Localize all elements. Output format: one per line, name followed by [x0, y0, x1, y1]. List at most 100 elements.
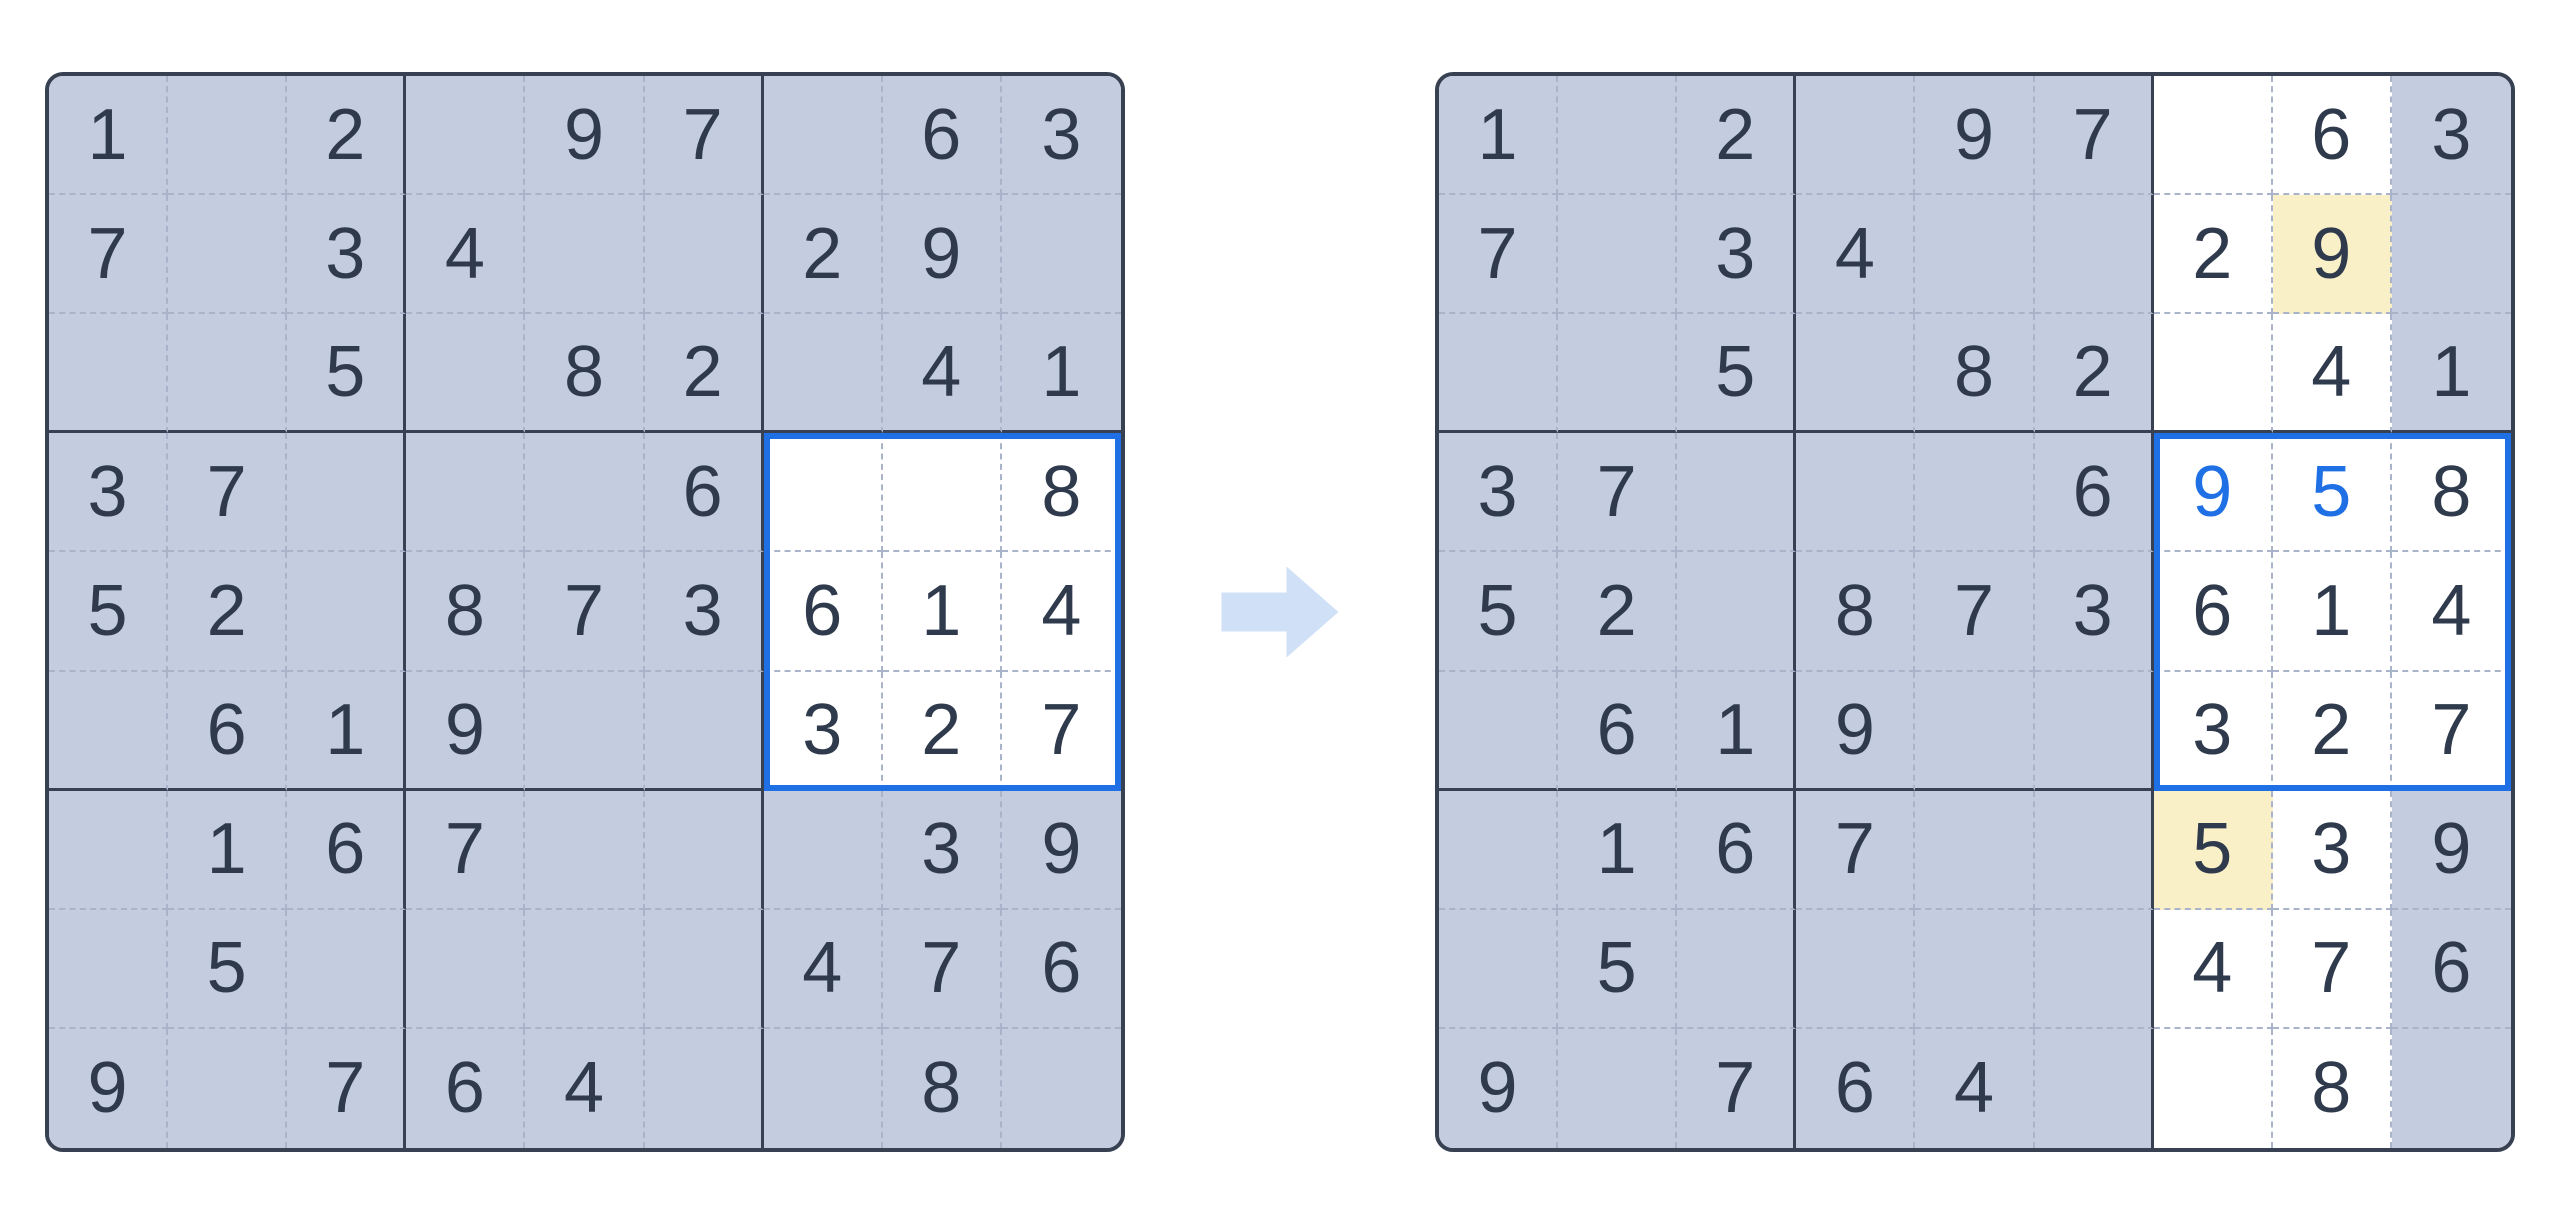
cell-value: 6: [2311, 94, 2351, 176]
cell-r1-c8: [2392, 195, 2511, 314]
cell-value: 4: [1835, 213, 1875, 295]
cell-value: 7: [1835, 808, 1875, 890]
cell-r5-c2: 1: [1677, 672, 1796, 791]
cell-r1-c8: [1002, 195, 1121, 314]
cell-r5-c4: [525, 672, 644, 791]
cell-r5-c6: 3: [2154, 672, 2273, 791]
cell-value: 1: [2431, 331, 2471, 413]
cell-r7-c1: 5: [1558, 910, 1677, 1029]
cell-r2-c3: [406, 314, 525, 433]
cell-r6-c6: [764, 791, 883, 910]
cell-r4-c3: 8: [406, 552, 525, 671]
cell-r5-c3: 9: [1796, 672, 1915, 791]
cell-value: 6: [445, 1047, 485, 1129]
cell-r5-c1: 6: [168, 672, 287, 791]
cell-value: 4: [564, 1047, 604, 1129]
cell-r8-c8: [2392, 1029, 2511, 1148]
cell-value: 7: [564, 570, 604, 652]
cell-r1-c0: 7: [1439, 195, 1558, 314]
cell-r3-c6: [764, 433, 883, 552]
cell-r3-c7: 5: [2273, 433, 2392, 552]
cell-r4-c5: 3: [645, 552, 764, 671]
cell-value: 3: [2192, 689, 2232, 771]
cell-value: 3: [325, 213, 365, 295]
cell-r0-c7: 6: [2273, 76, 2392, 195]
cell-r6-c5: [645, 791, 764, 910]
cell-value: 6: [802, 570, 842, 652]
cell-r8-c2: 7: [1677, 1029, 1796, 1148]
cell-r0-c4: 9: [1915, 76, 2034, 195]
cell-r0-c1: [1558, 76, 1677, 195]
cell-r8-c4: 4: [525, 1029, 644, 1148]
cell-r7-c7: 7: [883, 910, 1002, 1029]
cell-r3-c2: [287, 433, 406, 552]
cell-value: 2: [1597, 570, 1637, 652]
cell-value: 8: [1954, 331, 1994, 413]
cell-value: 7: [88, 213, 128, 295]
cell-value: 7: [207, 451, 247, 533]
cell-value: 7: [683, 94, 723, 176]
cell-value: 4: [802, 927, 842, 1009]
cell-r4-c0: 5: [1439, 552, 1558, 671]
cell-value: 2: [325, 94, 365, 176]
cell-r8-c8: [1002, 1029, 1121, 1148]
cell-r0-c6: [764, 76, 883, 195]
cell-value: 5: [1478, 570, 1518, 652]
cell-r8-c7: 8: [883, 1029, 1002, 1148]
cell-r3-c8: 8: [1002, 433, 1121, 552]
cell-r6-c8: 9: [2392, 791, 2511, 910]
cell-r5-c1: 6: [1558, 672, 1677, 791]
cell-r7-c8: 6: [2392, 910, 2511, 1029]
cell-value: 8: [2311, 1047, 2351, 1129]
cell-r6-c2: 6: [287, 791, 406, 910]
cell-value: 9: [1954, 94, 1994, 176]
cell-value: 6: [1715, 808, 1755, 890]
cell-r8-c3: 6: [406, 1029, 525, 1148]
cell-value: 1: [88, 94, 128, 176]
cell-value: 3: [1478, 451, 1518, 533]
cell-r5-c0: [49, 672, 168, 791]
cell-value: 7: [2311, 927, 2351, 1009]
cell-r2-c7: 4: [2273, 314, 2392, 433]
cell-r6-c3: 7: [1796, 791, 1915, 910]
cell-r1-c3: 4: [406, 195, 525, 314]
cell-value: 9: [1478, 1047, 1518, 1129]
cell-r3-c3: [1796, 433, 1915, 552]
cell-value: 4: [2311, 331, 2351, 413]
cell-r5-c7: 2: [2273, 672, 2392, 791]
cell-value: 9: [2192, 451, 2232, 533]
cell-r0-c2: 2: [1677, 76, 1796, 195]
cell-r7-c0: [49, 910, 168, 1029]
cell-value: 7: [921, 927, 961, 1009]
cell-r0-c1: [168, 76, 287, 195]
cell-r7-c5: [2035, 910, 2154, 1029]
cell-value: 8: [921, 1047, 961, 1129]
cell-r8-c5: [645, 1029, 764, 1148]
cell-value: 7: [1041, 689, 1081, 771]
cell-r1-c5: [2035, 195, 2154, 314]
cell-r5-c0: [1439, 672, 1558, 791]
cell-r3-c0: 3: [49, 433, 168, 552]
cell-value: 5: [2192, 808, 2232, 890]
cell-value: 2: [921, 689, 961, 771]
cell-value: 2: [1715, 94, 1755, 176]
cell-r4-c4: 7: [525, 552, 644, 671]
cell-r2-c2: 5: [287, 314, 406, 433]
cell-r3-c6: 9: [2154, 433, 2273, 552]
cell-r7-c2: [287, 910, 406, 1029]
cell-r1-c6: 2: [764, 195, 883, 314]
arrow-icon: [1215, 547, 1345, 677]
cell-value: 7: [2073, 94, 2113, 176]
cell-r0-c8: 3: [1002, 76, 1121, 195]
cell-r8-c3: 6: [1796, 1029, 1915, 1148]
cell-r2-c0: [1439, 314, 1558, 433]
cell-value: 6: [2073, 451, 2113, 533]
cell-r2-c8: 1: [1002, 314, 1121, 433]
cell-value: 3: [921, 808, 961, 890]
cell-r3-c4: [525, 433, 644, 552]
cell-r5-c7: 2: [883, 672, 1002, 791]
cell-value: 6: [207, 689, 247, 771]
cell-r3-c8: 8: [2392, 433, 2511, 552]
cell-value: 5: [1597, 927, 1637, 1009]
cell-r7-c3: [406, 910, 525, 1029]
